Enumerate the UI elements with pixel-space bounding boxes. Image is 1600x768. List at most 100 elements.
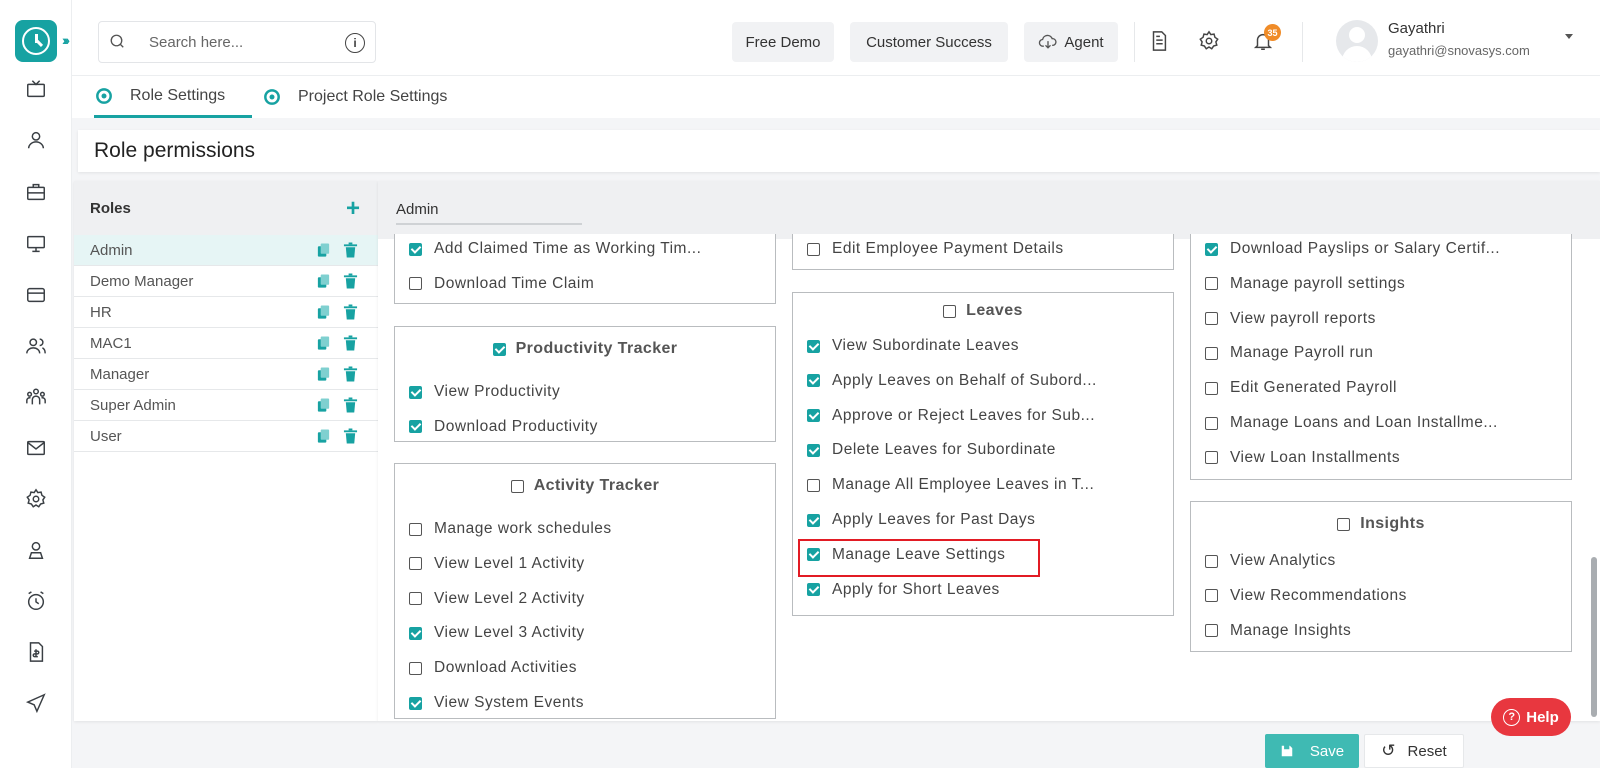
permission-checkbox[interactable] bbox=[1205, 554, 1218, 568]
role-row[interactable]: User bbox=[74, 421, 378, 452]
permission-item[interactable]: View payroll reports bbox=[1205, 308, 1376, 330]
avatar[interactable] bbox=[1336, 20, 1378, 62]
copy-icon[interactable] bbox=[316, 304, 331, 320]
copy-icon[interactable] bbox=[316, 335, 331, 351]
permission-item[interactable]: Apply Leaves for Past Days bbox=[807, 509, 1035, 531]
permission-item[interactable]: View Productivity bbox=[409, 381, 560, 403]
free-demo-button[interactable]: Free Demo bbox=[732, 22, 834, 62]
chevron-down-icon[interactable] bbox=[1565, 34, 1573, 39]
copy-icon[interactable] bbox=[316, 242, 331, 258]
permission-checkbox[interactable] bbox=[409, 626, 422, 640]
trash-icon[interactable] bbox=[343, 366, 358, 382]
briefcase-icon[interactable] bbox=[24, 180, 48, 204]
permission-checkbox[interactable] bbox=[1205, 381, 1218, 395]
permission-checkbox[interactable] bbox=[1205, 589, 1218, 603]
dashboard-icon[interactable] bbox=[24, 77, 48, 101]
role-row[interactable]: Demo Manager bbox=[74, 266, 378, 297]
trash-icon[interactable] bbox=[343, 273, 358, 289]
role-row[interactable]: Super Admin bbox=[74, 390, 378, 421]
profile-badge-icon[interactable] bbox=[24, 538, 48, 562]
app-logo[interactable] bbox=[15, 20, 57, 62]
permission-checkbox[interactable] bbox=[409, 277, 422, 291]
permission-item[interactable]: View Level 2 Activity bbox=[409, 588, 585, 610]
copy-icon[interactable] bbox=[316, 273, 331, 289]
permission-item[interactable]: View System Events bbox=[409, 692, 584, 714]
monitor-icon[interactable] bbox=[24, 232, 48, 256]
permission-item[interactable]: Manage Insights bbox=[1205, 620, 1351, 642]
role-row[interactable]: Manager bbox=[74, 359, 378, 390]
permission-checkbox[interactable] bbox=[807, 339, 820, 353]
scrollbar[interactable] bbox=[1591, 557, 1597, 717]
send-icon[interactable] bbox=[24, 691, 48, 715]
permission-checkbox[interactable] bbox=[1205, 346, 1218, 360]
permission-item[interactable]: Apply Leaves on Behalf of Subord... bbox=[807, 370, 1097, 392]
permission-checkbox[interactable] bbox=[409, 696, 422, 710]
mail-icon[interactable] bbox=[24, 436, 48, 460]
permission-checkbox[interactable] bbox=[1205, 312, 1218, 326]
notification-bell-icon[interactable]: 35 bbox=[1250, 24, 1281, 54]
agent-button[interactable]: Agent bbox=[1024, 22, 1118, 62]
permission-checkbox[interactable] bbox=[1205, 242, 1218, 256]
role-row[interactable]: MAC1 bbox=[74, 328, 378, 359]
tab-project-role-settings[interactable]: Project Role Settings bbox=[262, 76, 447, 118]
permission-item[interactable]: Manage All Employee Leaves in T... bbox=[807, 474, 1094, 496]
trash-icon[interactable] bbox=[343, 397, 358, 413]
permission-item[interactable]: Approve or Reject Leaves for Sub... bbox=[807, 405, 1095, 427]
group-checkbox[interactable] bbox=[492, 342, 506, 356]
permission-item[interactable]: View Level 3 Activity bbox=[409, 622, 585, 644]
permission-checkbox[interactable] bbox=[1205, 416, 1218, 430]
permission-item[interactable]: Edit Employee Payment Details bbox=[807, 238, 1064, 260]
permission-checkbox[interactable] bbox=[1205, 451, 1218, 465]
user-icon[interactable] bbox=[24, 128, 48, 152]
permission-item[interactable]: View Loan Installments bbox=[1205, 447, 1400, 469]
search-input[interactable] bbox=[149, 33, 329, 51]
permission-item[interactable]: Edit Generated Payroll bbox=[1205, 377, 1397, 399]
permission-checkbox[interactable] bbox=[807, 478, 820, 492]
permission-checkbox[interactable] bbox=[409, 385, 422, 399]
document-icon[interactable] bbox=[1146, 28, 1172, 54]
permission-checkbox[interactable] bbox=[807, 513, 820, 527]
team-icon[interactable] bbox=[24, 385, 48, 409]
copy-icon[interactable] bbox=[316, 428, 331, 444]
permission-item[interactable]: Manage Loans and Loan Installme... bbox=[1205, 412, 1498, 434]
role-row[interactable]: Admin bbox=[74, 235, 378, 266]
invoice-icon[interactable] bbox=[24, 640, 48, 664]
permission-checkbox[interactable] bbox=[409, 592, 422, 606]
search-box[interactable]: i bbox=[98, 21, 376, 63]
permission-checkbox[interactable] bbox=[409, 522, 422, 536]
settings-icon[interactable] bbox=[24, 487, 48, 511]
save-button[interactable]: Save bbox=[1265, 734, 1359, 768]
permission-item[interactable]: View Subordinate Leaves bbox=[807, 335, 1019, 357]
permission-item[interactable]: Download Payslips or Salary Certif... bbox=[1205, 238, 1500, 260]
users-icon[interactable] bbox=[24, 334, 48, 358]
group-checkbox[interactable] bbox=[1337, 517, 1351, 531]
permission-item[interactable]: Add Claimed Time as Working Tim... bbox=[409, 238, 701, 260]
reset-button[interactable]: ↺ Reset bbox=[1364, 734, 1464, 768]
permission-checkbox[interactable] bbox=[807, 242, 820, 256]
tab-role-settings[interactable]: Role Settings bbox=[94, 76, 252, 118]
permission-item[interactable]: Download Productivity bbox=[409, 416, 598, 438]
permission-item[interactable]: Delete Leaves for Subordinate bbox=[807, 439, 1056, 461]
customer-success-button[interactable]: Customer Success bbox=[850, 22, 1008, 62]
permission-item[interactable]: Manage Payroll run bbox=[1205, 342, 1373, 364]
trash-icon[interactable] bbox=[343, 428, 358, 444]
permission-checkbox[interactable] bbox=[807, 583, 820, 597]
permission-checkbox[interactable] bbox=[1205, 624, 1218, 638]
selected-role-select[interactable]: Admin bbox=[396, 197, 582, 225]
trash-icon[interactable] bbox=[343, 304, 358, 320]
copy-icon[interactable] bbox=[316, 366, 331, 382]
role-row[interactable]: HR bbox=[74, 297, 378, 328]
copy-icon[interactable] bbox=[316, 397, 331, 413]
trash-icon[interactable] bbox=[343, 242, 358, 258]
permission-item[interactable]: Download Time Claim bbox=[409, 273, 594, 295]
permission-item[interactable]: View Level 1 Activity bbox=[409, 553, 585, 575]
trash-icon[interactable] bbox=[343, 335, 358, 351]
group-checkbox[interactable] bbox=[510, 479, 524, 493]
credit-card-icon[interactable] bbox=[24, 283, 48, 307]
permission-checkbox[interactable] bbox=[1205, 277, 1218, 291]
permission-checkbox[interactable] bbox=[409, 557, 422, 571]
permission-checkbox[interactable] bbox=[409, 242, 422, 256]
permission-checkbox[interactable] bbox=[409, 420, 422, 434]
permission-item[interactable]: Apply for Short Leaves bbox=[807, 579, 1000, 601]
expand-sidebar-icon[interactable]: ››› bbox=[62, 32, 70, 48]
